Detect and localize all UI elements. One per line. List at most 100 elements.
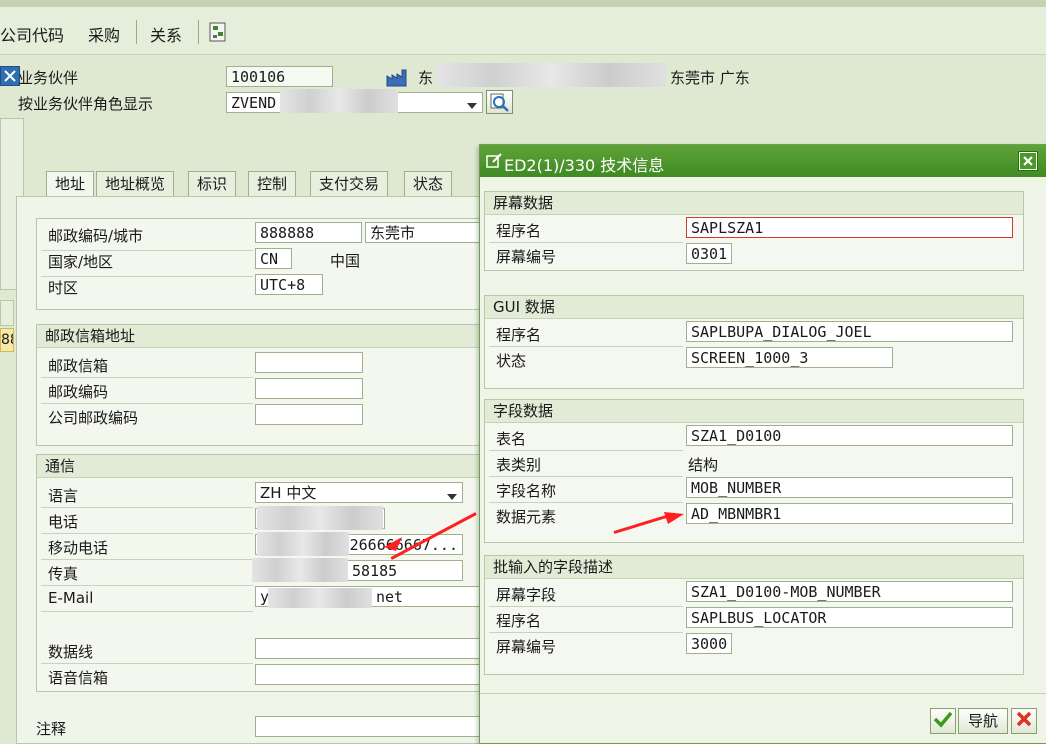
tab-control[interactable]: 控制: [248, 171, 297, 196]
bp-address-city: 东莞市 广东: [670, 69, 750, 87]
field-name-field[interactable]: MOB_NUMBER: [686, 477, 1013, 498]
field-data-section: 字段数据 表名 表类别 字段名称 数据元素 SZA1_D0100 结构 MOB_…: [484, 399, 1024, 543]
batch-program-label: 程序名: [496, 612, 542, 630]
pobox-title: 邮政信箱地址: [37, 325, 487, 348]
gui-program-label: 程序名: [496, 326, 542, 344]
notes-label: 注释: [36, 720, 67, 738]
tab-payment[interactable]: 支付交易: [310, 171, 389, 196]
org-structure-icon[interactable]: [207, 20, 229, 44]
email-label: E-Mail: [48, 589, 94, 607]
redacted-address: [436, 63, 666, 87]
gui-data-section: GUI 数据 程序名 状态 SAPLBUPA_DIALOG_JOEL SCREE…: [484, 295, 1024, 389]
arrow-head-icon: [384, 537, 402, 551]
screen-field-label: 屏幕字段: [496, 586, 557, 604]
city-field[interactable]: 东莞市: [365, 222, 486, 243]
language-select[interactable]: ZH 中文: [255, 482, 463, 503]
cancel-button[interactable]: [1011, 708, 1037, 734]
navigate-button[interactable]: 导航: [958, 708, 1008, 734]
field-name-label: 字段名称: [496, 482, 557, 500]
menu-relations[interactable]: 关系: [150, 22, 182, 46]
postal-city-label: 邮政编码/城市: [48, 227, 144, 245]
redacted-email: [268, 588, 372, 608]
field-data-title: 字段数据: [485, 400, 1023, 423]
batch-program-field[interactable]: SAPLBUS_LOCATOR: [686, 607, 1013, 628]
table-name-field[interactable]: SZA1_D0100: [686, 425, 1013, 446]
phone-label: 电话: [48, 513, 79, 531]
check-icon: [932, 711, 954, 733]
dialog-title: ED2(1)/330 技术信息: [504, 156, 665, 175]
bp-address-prefix: 东: [418, 69, 434, 87]
country-name: 中国: [330, 252, 361, 270]
chevron-down-icon[interactable]: [466, 97, 478, 109]
screen-number-field[interactable]: 0301: [686, 243, 732, 264]
dialog-footer-divider: [480, 693, 1046, 694]
technical-info-dialog: ED2(1)/330 技术信息 屏幕数据 程序名 屏幕编号 SAPLSZA1 0…: [479, 144, 1046, 744]
notes-field[interactable]: [255, 716, 486, 737]
country-label: 国家/地区: [48, 253, 114, 271]
language-value: ZH 中文: [260, 484, 317, 502]
business-partner-field[interactable]: 100106: [226, 66, 333, 87]
dialog-titlebar[interactable]: ED2(1)/330 技术信息: [480, 145, 1046, 177]
left-pane-strip: [0, 300, 14, 326]
table-name-label: 表名: [496, 430, 527, 448]
toolbar-separator: [136, 20, 137, 44]
company-postal-field[interactable]: [255, 404, 363, 425]
pobox-postal-field[interactable]: [255, 378, 363, 399]
search-icon: [487, 93, 512, 117]
toolbar-separator: [198, 20, 199, 44]
redacted-role: [280, 89, 398, 113]
dataline-label: 数据线: [48, 643, 94, 661]
batch-input-title: 批输入的字段描述: [485, 556, 1023, 579]
pobox-field[interactable]: [255, 352, 363, 373]
gui-data-title: GUI 数据: [485, 296, 1023, 319]
role-value: ZVEND: [231, 94, 277, 112]
gui-status-label: 状态: [496, 352, 527, 370]
gui-program-field[interactable]: SAPLBUPA_DIALOG_JOEL: [686, 321, 1013, 342]
dialog-close-button[interactable]: [1018, 151, 1038, 171]
tab-address[interactable]: 地址: [46, 171, 95, 196]
country-field[interactable]: CN: [255, 248, 292, 269]
search-button[interactable]: [486, 90, 513, 114]
data-element-label: 数据元素: [496, 508, 557, 526]
batch-input-section: 批输入的字段描述 屏幕字段 程序名 屏幕编号 SZA1_D0100-MOB_NU…: [484, 555, 1024, 675]
close-icon[interactable]: [0, 66, 20, 86]
company-postal-label: 公司邮政编码: [48, 409, 139, 427]
dataline-field[interactable]: [255, 638, 486, 659]
redacted-fax: [252, 558, 348, 582]
language-label: 语言: [48, 487, 79, 505]
screen-field-field[interactable]: SZA1_D0100-MOB_NUMBER: [686, 581, 1013, 602]
title-strip: [0, 0, 1046, 7]
arrow-head-icon: [664, 508, 684, 524]
menu-company-code[interactable]: 公司代码: [0, 22, 64, 46]
role-label: 按业务伙伴角色显示: [18, 95, 154, 113]
redacted-phone: [257, 506, 383, 530]
email-suffix: net: [376, 588, 404, 606]
timezone-field[interactable]: UTC+8: [255, 274, 323, 295]
voicemail-label: 语音信箱: [48, 669, 109, 687]
tab-address-overview[interactable]: 地址概览: [96, 171, 175, 196]
batch-screen-number-label: 屏幕编号: [496, 638, 557, 656]
screen-program-field[interactable]: SAPLSZA1: [686, 217, 1013, 238]
data-element-field[interactable]: AD_MBNMBR1: [686, 503, 1013, 524]
business-partner-label: 业务伙伴: [18, 69, 79, 87]
chevron-down-icon[interactable]: [446, 488, 458, 500]
communication-title: 通信: [37, 455, 487, 478]
table-type-value: 结构: [688, 456, 719, 474]
batch-screen-number-field[interactable]: 3000: [686, 633, 732, 654]
tab-identification[interactable]: 标识: [188, 171, 237, 196]
screen-data-section: 屏幕数据 程序名 屏幕编号 SAPLSZA1 0301: [484, 191, 1024, 271]
screen-data-title: 屏幕数据: [485, 192, 1023, 215]
timezone-label: 时区: [48, 279, 79, 297]
close-icon: [1019, 153, 1037, 174]
confirm-button[interactable]: [930, 708, 956, 734]
tab-status[interactable]: 状态: [404, 171, 453, 196]
gui-status-field[interactable]: SCREEN_1000_3: [686, 347, 893, 368]
fax-value: 58185: [352, 562, 398, 580]
postal-code-field[interactable]: 888888: [255, 222, 362, 243]
factory-icon: [386, 67, 410, 87]
voicemail-field[interactable]: [255, 664, 486, 685]
menu-purchasing[interactable]: 采购: [88, 22, 120, 46]
pobox-postal-label: 邮政编码: [48, 383, 109, 401]
cancel-icon: [1013, 711, 1035, 733]
fax-label: 传真: [48, 565, 79, 583]
